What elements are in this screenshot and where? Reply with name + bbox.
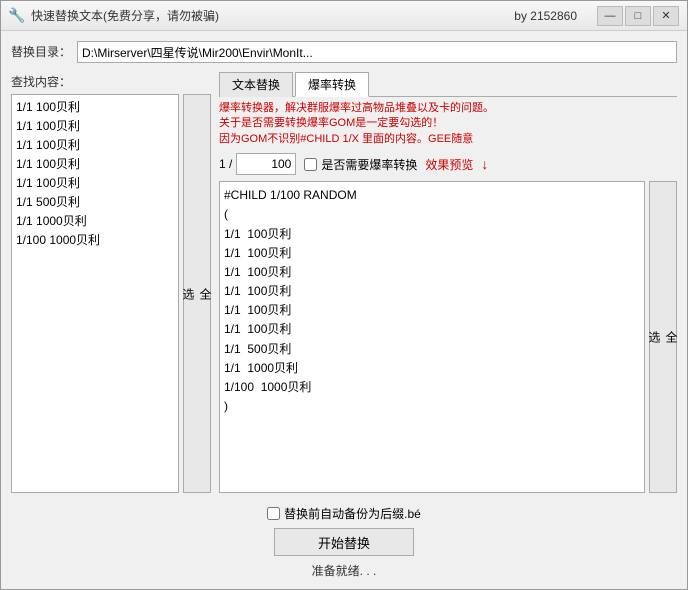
preview-link[interactable]: 效果预览 <box>425 156 473 173</box>
list-item[interactable]: 1/1 100贝利 <box>14 97 176 116</box>
preview-list[interactable]: #CHILD 1/100 RANDOM ( 1/1 100贝利 1/1 100贝… <box>219 181 645 493</box>
dir-row: 替换目录： <box>11 41 677 63</box>
boom-info-line3: 因为GOM不识别#CHILD 1/X 里面的内容。GEE随意 <box>219 133 473 145</box>
app-icon: 🔧 <box>9 8 25 24</box>
tab-text-replace[interactable]: 文本替换 <box>219 72 293 97</box>
backup-checkbox[interactable] <box>267 507 280 520</box>
boom-controls-row: 1 / 是否需要爆率转换 效果预览 ↓ <box>219 153 677 175</box>
boom-checkbox-label[interactable]: 是否需要爆率转换 <box>304 156 417 173</box>
backup-row: 替换前自动备份为后缀.bé <box>267 505 421 522</box>
list-item[interactable]: 1/100 1000贝利 <box>14 230 176 249</box>
boom-info-text: 爆率转换器，解决群服爆率过高物品堆叠以及卡的问题。 关于是否需要转换爆率GOM是… <box>219 101 677 147</box>
boom-checkbox[interactable] <box>304 158 317 171</box>
boom-convert-panel: 爆率转换器，解决群服爆率过高物品堆叠以及卡的问题。 关于是否需要转换爆率GOM是… <box>219 101 677 493</box>
main-area: 查找内容： 1/1 100贝利1/1 100贝利1/1 100贝利1/1 100… <box>11 71 677 493</box>
author-text: by 2152860 <box>514 9 577 23</box>
backup-label: 替换前自动备份为后缀.bé <box>284 505 421 522</box>
boom-info-line1: 爆率转换器，解决群服爆率过高物品堆叠以及卡的问题。 <box>219 102 494 114</box>
window-title: 快速替换文本(免费分享，请勿被骗) <box>31 7 514 24</box>
bottom-area: 替换前自动备份为后缀.bé 开始替换 准备就绪. . . <box>11 501 677 579</box>
close-button[interactable]: ✕ <box>653 6 679 26</box>
tab-bar: 文本替换 爆率转换 <box>219 71 677 97</box>
list-item[interactable]: 1/1 100贝利 <box>14 173 176 192</box>
left-list-container: 1/1 100贝利1/1 100贝利1/1 100贝利1/1 100贝利1/1 … <box>11 94 211 493</box>
right-list-container: #CHILD 1/100 RANDOM ( 1/1 100贝利 1/1 100贝… <box>219 181 677 493</box>
minimize-button[interactable]: — <box>597 6 623 26</box>
maximize-button[interactable]: □ <box>625 6 651 26</box>
dir-input[interactable] <box>77 41 677 63</box>
search-label: 查找内容： <box>11 71 71 90</box>
dir-label: 替换目录： <box>11 41 71 60</box>
fraction-input[interactable] <box>236 153 296 175</box>
search-list[interactable]: 1/1 100贝利1/1 100贝利1/1 100贝利1/1 100贝利1/1 … <box>11 94 179 493</box>
boom-info-line2: 关于是否需要转换爆率GOM是一定要勾选的！ <box>219 117 443 129</box>
fraction-prefix: 1 / <box>219 157 232 171</box>
window-controls: — □ ✕ <box>597 6 679 26</box>
list-item[interactable]: 1/1 500贝利 <box>14 192 176 211</box>
preview-arrow-icon: ↓ <box>481 156 488 172</box>
main-window: 🔧 快速替换文本(免费分享，请勿被骗) by 2152860 — □ ✕ 替换目… <box>0 0 688 590</box>
tab-boom-convert[interactable]: 爆率转换 <box>295 72 369 97</box>
list-item[interactable]: 1/1 100贝利 <box>14 154 176 173</box>
right-select-all-button[interactable]: 全选 <box>649 181 677 493</box>
search-row: 查找内容： <box>11 71 211 90</box>
list-item[interactable]: 1/1 1000贝利 <box>14 211 176 230</box>
list-item[interactable]: 1/1 100贝利 <box>14 135 176 154</box>
list-item[interactable]: 1/1 100贝利 <box>14 116 176 135</box>
preview-content: #CHILD 1/100 RANDOM ( 1/1 100贝利 1/1 100贝… <box>224 186 640 416</box>
left-panel: 查找内容： 1/1 100贝利1/1 100贝利1/1 100贝利1/1 100… <box>11 71 211 493</box>
status-text: 准备就绪. . . <box>312 562 377 579</box>
right-panel: 文本替换 爆率转换 爆率转换器，解决群服爆率过高物品堆叠以及卡的问题。 关于是否… <box>219 71 677 493</box>
boom-checkbox-text: 是否需要爆率转换 <box>321 156 417 173</box>
boom-fraction: 1 / <box>219 153 296 175</box>
left-select-all-button[interactable]: 全选 <box>183 94 211 493</box>
content-area: 替换目录： 查找内容： 1/1 100贝利1/1 100贝利1/1 100贝利1… <box>1 31 687 589</box>
start-replace-button[interactable]: 开始替换 <box>274 528 414 556</box>
title-bar: 🔧 快速替换文本(免费分享，请勿被骗) by 2152860 — □ ✕ <box>1 1 687 31</box>
